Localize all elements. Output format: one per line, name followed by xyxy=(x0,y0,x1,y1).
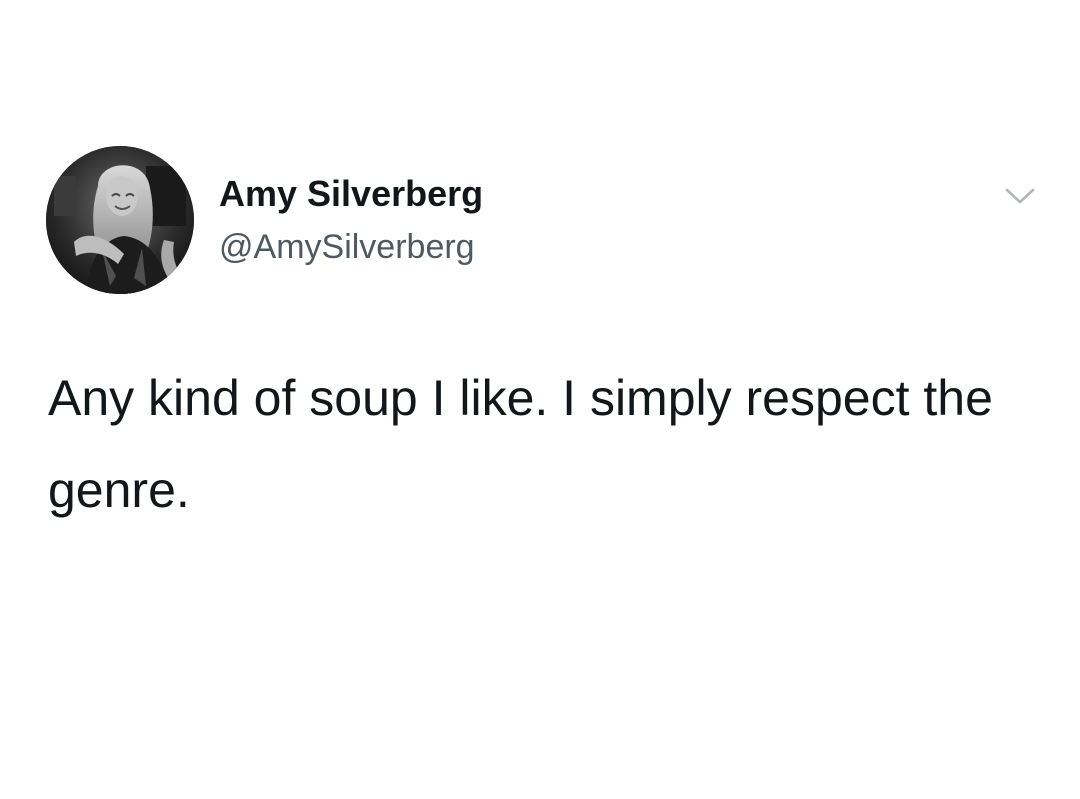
tweet-card: Amy Silverberg @AmySilverberg Any kind o… xyxy=(0,0,1080,799)
tweet-text: Any kind of soup I like. I simply respec… xyxy=(48,370,993,518)
tweet-menu-button[interactable] xyxy=(1003,183,1037,209)
avatar[interactable] xyxy=(46,146,194,294)
author-handle[interactable]: @AmySilverberg xyxy=(219,226,475,268)
profile-photo-icon xyxy=(46,146,194,294)
author-display-name[interactable]: Amy Silverberg xyxy=(219,172,483,216)
chevron-down-icon xyxy=(1005,188,1035,204)
